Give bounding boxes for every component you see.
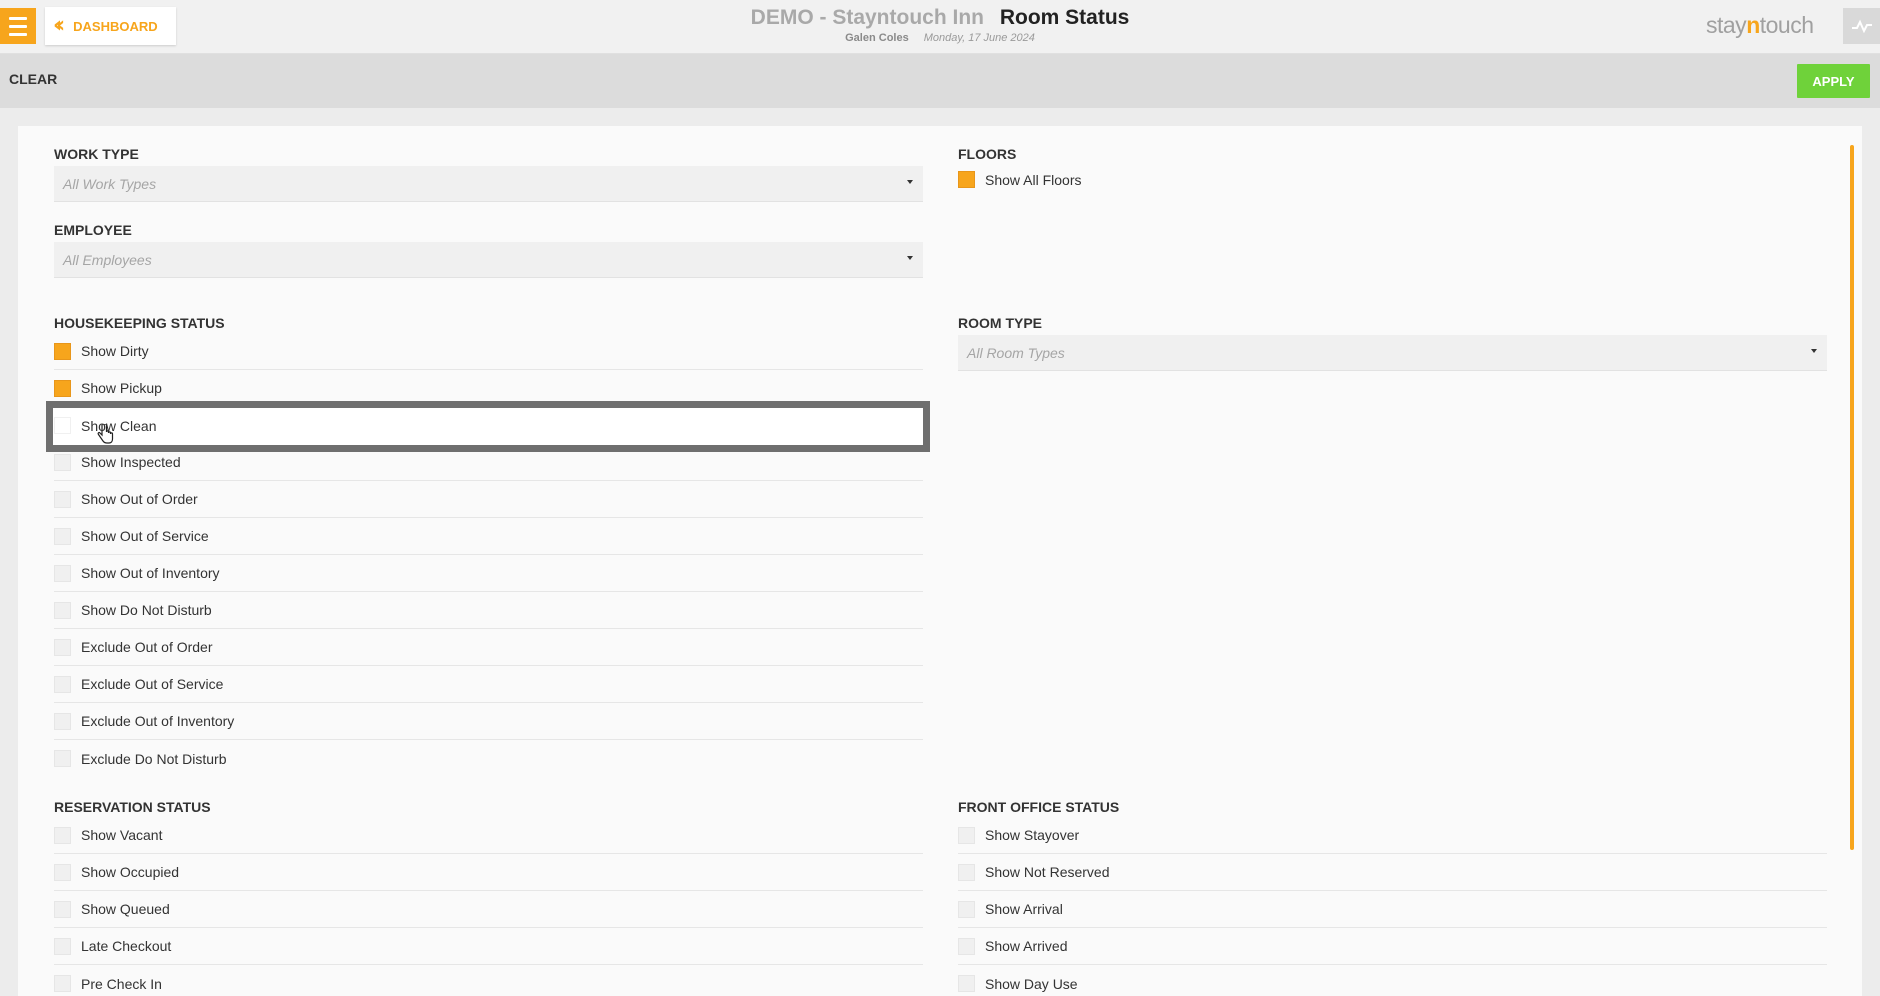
- front-office-option-label: Show Stayover: [985, 827, 1080, 843]
- checkbox-icon: [958, 937, 975, 955]
- reservation-option-label: Show Vacant: [81, 827, 163, 843]
- caret-down-icon: [907, 180, 913, 184]
- housekeeping-option-label: Show Out of Service: [81, 528, 209, 544]
- front-office-option[interactable]: Show Not Reserved: [958, 854, 1827, 891]
- housekeeping-option-label: Exclude Out of Order: [81, 639, 213, 655]
- employee-title: EMPLOYEE: [54, 222, 132, 238]
- checkbox-icon: [54, 417, 71, 434]
- housekeeping-option-label: Show Out of Order: [81, 491, 198, 507]
- reservation-option-label: Late Checkout: [81, 938, 172, 954]
- front-office-option-label: Show Arrival: [985, 901, 1063, 917]
- scrollbar[interactable]: [1850, 145, 1854, 850]
- reservation-option[interactable]: Show Queued: [54, 891, 923, 928]
- activity-pulse-icon[interactable]: [1843, 8, 1880, 44]
- checkbox-checked-icon: [54, 379, 71, 397]
- housekeeping-option[interactable]: Show Do Not Disturb: [54, 592, 923, 629]
- work-type-value: All Work Types: [63, 175, 157, 192]
- front-office-title: FRONT OFFICE STATUS: [958, 799, 1120, 815]
- checkbox-icon: [54, 638, 71, 656]
- front-office-option[interactable]: Show Arrival: [958, 891, 1827, 928]
- business-date: Monday, 17 June 2024: [923, 32, 1035, 44]
- user-name: Galen Coles: [845, 32, 909, 44]
- checkbox-icon: [958, 900, 975, 918]
- front-office-option[interactable]: Show Stayover: [958, 817, 1827, 854]
- checkbox-icon: [54, 750, 71, 767]
- housekeeping-option-label: Exclude Do Not Disturb: [81, 750, 227, 767]
- checkbox-icon: [958, 975, 975, 992]
- caret-down-icon: [907, 256, 913, 260]
- housekeeping-option-label: Show Dirty: [81, 343, 149, 359]
- top-header: ‹‹ DASHBOARD DEMO - Stayntouch Inn Room …: [0, 0, 1880, 54]
- checkbox-icon: [54, 826, 71, 844]
- housekeeping-option-label: Show Clean: [81, 417, 157, 434]
- checkbox-icon: [54, 937, 71, 955]
- page-title: Room Status: [999, 6, 1130, 29]
- page-heading: DEMO - Stayntouch Inn Room Status Galen …: [0, 6, 1880, 44]
- checkbox-icon: [54, 712, 71, 730]
- housekeeping-option-highlighted[interactable]: Show Clean: [54, 407, 914, 444]
- checkbox-icon: [958, 826, 975, 844]
- checkbox-checked-icon: [958, 171, 975, 188]
- housekeeping-option[interactable]: Show Pickup: [54, 370, 923, 407]
- checkbox-icon: [54, 975, 71, 992]
- housekeeping-option[interactable]: Show Out of Service: [54, 518, 923, 555]
- housekeeping-option-label: Exclude Out of Service: [81, 676, 224, 692]
- housekeeping-option-label: Exclude Out of Inventory: [81, 713, 235, 729]
- housekeeping-option[interactable]: Exclude Out of Order: [54, 629, 923, 666]
- housekeeping-option[interactable]: Show Out of Order: [54, 481, 923, 518]
- employee-select[interactable]: All Employees: [54, 242, 923, 278]
- housekeeping-option[interactable]: Show Dirty: [54, 333, 923, 370]
- apply-button[interactable]: APPLY: [1797, 64, 1870, 98]
- checkbox-checked-icon: [54, 342, 71, 360]
- checkbox-icon: [54, 527, 71, 545]
- reservation-option[interactable]: Show Vacant: [54, 817, 923, 854]
- floors-option[interactable]: Show All Floors: [958, 161, 1258, 198]
- front-office-option[interactable]: Show Arrived: [958, 928, 1827, 965]
- reservation-option[interactable]: Pre Check In: [54, 965, 923, 996]
- stayntouch-logo: stayntouch: [1706, 12, 1814, 38]
- room-type-value: All Room Types: [967, 344, 1065, 361]
- checkbox-icon: [54, 863, 71, 881]
- housekeeping-title: HOUSEKEEPING STATUS: [54, 315, 225, 331]
- housekeeping-option-label: Show Pickup: [81, 380, 162, 396]
- room-type-title: ROOM TYPE: [958, 315, 1043, 331]
- housekeeping-option[interactable]: Show Out of Inventory: [54, 555, 923, 592]
- housekeeping-option[interactable]: Exclude Out of Service: [54, 666, 923, 703]
- work-type-title: WORK TYPE: [54, 146, 139, 162]
- checkbox-icon: [54, 564, 71, 582]
- reservation-option[interactable]: Show Occupied: [54, 854, 923, 891]
- front-office-option-label: Show Arrived: [985, 938, 1068, 954]
- reservation-option-label: Show Queued: [81, 901, 170, 917]
- checkbox-icon: [54, 453, 71, 471]
- housekeeping-option-label: Show Do Not Disturb: [81, 602, 212, 618]
- housekeeping-option-label: Show Inspected: [81, 454, 181, 470]
- employee-value: All Employees: [63, 251, 152, 268]
- caret-down-icon: [1811, 349, 1817, 353]
- clear-button[interactable]: CLEAR: [9, 71, 57, 87]
- housekeeping-option[interactable]: Exclude Do Not Disturb: [54, 740, 923, 777]
- room-type-select[interactable]: All Room Types: [958, 335, 1827, 371]
- reservation-option-label: Show Occupied: [81, 864, 180, 880]
- work-type-select[interactable]: All Work Types: [54, 166, 923, 202]
- checkbox-icon: [54, 601, 71, 619]
- checkbox-icon: [54, 675, 71, 693]
- reservation-option-label: Pre Check In: [81, 975, 162, 992]
- front-office-option-label: Show Day Use: [985, 975, 1078, 992]
- front-office-option-label: Show Not Reserved: [985, 864, 1110, 880]
- reservation-option[interactable]: Late Checkout: [54, 928, 923, 965]
- housekeeping-option[interactable]: Exclude Out of Inventory: [54, 703, 923, 740]
- checkbox-icon: [958, 863, 975, 881]
- reservation-title: RESERVATION STATUS: [54, 799, 211, 815]
- housekeeping-option-label: Show Out of Inventory: [81, 565, 220, 581]
- checkbox-icon: [54, 900, 71, 918]
- hotel-name: DEMO - Stayntouch Inn: [750, 6, 984, 29]
- floors-title: FLOORS: [958, 146, 1017, 162]
- checkbox-icon: [54, 490, 71, 508]
- housekeeping-option[interactable]: Show Inspected: [54, 444, 923, 481]
- front-office-option[interactable]: Show Day Use: [958, 965, 1827, 996]
- filter-action-bar: CLEAR APPLY: [0, 54, 1880, 108]
